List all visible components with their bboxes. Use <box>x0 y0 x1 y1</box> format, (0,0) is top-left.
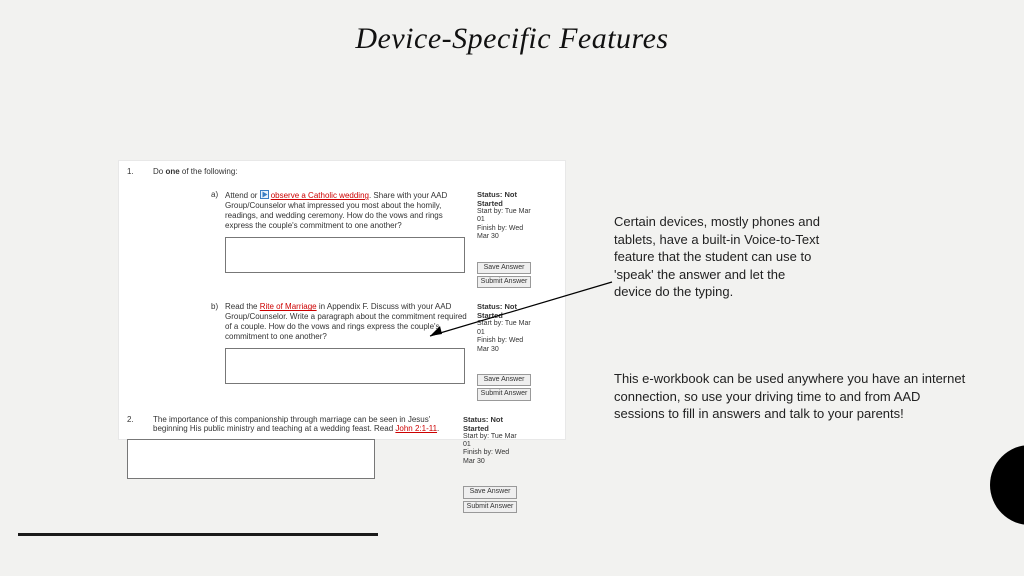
q1a-pre: Attend or <box>225 191 260 200</box>
paragraph-use-anywhere: This e-workbook can be used anywhere you… <box>614 370 974 423</box>
workbook-screenshot: 1. Do one of the following: a) Attend or… <box>118 160 566 440</box>
decorative-underline <box>18 533 378 536</box>
q1b-text: Read the Rite of Marriage in Appendix F.… <box>225 302 469 342</box>
q1-prompt-pre: Do <box>153 167 165 176</box>
status-title: Status: Not Started <box>463 415 523 433</box>
page-title: Device-Specific Features <box>0 22 1024 56</box>
q1a: a) Attend or observe a Catholic wedding.… <box>211 190 555 288</box>
q1a-text: Attend or observe a Catholic wedding. Sh… <box>225 190 469 231</box>
q1b-status-col: Status: Not Started Start by: Tue Mar 01… <box>477 302 537 400</box>
q1: 1. Do one of the following: <box>127 167 555 176</box>
save-answer-button[interactable]: Save Answer <box>477 262 531 274</box>
q1-prompt: Do one of the following: <box>153 167 555 176</box>
q1b-label: b) <box>211 302 225 400</box>
submit-answer-button[interactable]: Submit Answer <box>477 276 531 288</box>
decorative-circle <box>990 445 1024 525</box>
q1-number: 1. <box>127 167 153 176</box>
q2: 2. The importance of this companionship … <box>127 415 555 513</box>
status-finish: Finish by: Wed Mar 30 <box>477 225 537 242</box>
q1b: b) Read the Rite of Marriage in Appendix… <box>211 302 555 400</box>
paragraph-voice-to-text: Certain devices, mostly phones and table… <box>614 213 824 301</box>
q2-post: . <box>437 424 439 433</box>
save-answer-button[interactable]: Save Answer <box>463 486 517 498</box>
status-title: Status: Not Started <box>477 190 537 208</box>
q1-prompt-bold: one <box>165 167 179 176</box>
save-answer-button[interactable]: Save Answer <box>477 374 531 386</box>
q2-answer-input[interactable] <box>127 439 375 479</box>
status-finish: Finish by: Wed Mar 30 <box>463 449 523 466</box>
q1a-link[interactable]: observe a Catholic wedding <box>271 191 369 200</box>
submit-answer-button[interactable]: Submit Answer <box>477 388 531 400</box>
q2-pre: The importance of this companionship thr… <box>153 415 430 433</box>
q1b-pre: Read the <box>225 302 260 311</box>
q1a-answer-input[interactable] <box>225 237 465 273</box>
status-title: Status: Not Started <box>477 302 537 320</box>
q1-prompt-post: of the following: <box>180 167 238 176</box>
submit-answer-button[interactable]: Submit Answer <box>463 501 517 513</box>
status-start: Start by: Tue Mar 01 <box>463 433 523 450</box>
q1a-label: a) <box>211 190 225 288</box>
status-start: Start by: Tue Mar 01 <box>477 320 537 337</box>
status-finish: Finish by: Wed Mar 30 <box>477 337 537 354</box>
q2-text: The importance of this companionship thr… <box>153 415 457 433</box>
q1a-status-col: Status: Not Started Start by: Tue Mar 01… <box>477 190 537 288</box>
status-start: Start by: Tue Mar 01 <box>477 208 537 225</box>
q2-link[interactable]: John 2:1-11 <box>395 424 437 433</box>
q2-status-col: Status: Not Started Start by: Tue Mar 01… <box>463 415 523 513</box>
q1b-answer-input[interactable] <box>225 348 465 384</box>
q1b-link[interactable]: Rite of Marriage <box>260 302 317 311</box>
video-icon[interactable] <box>260 190 269 199</box>
